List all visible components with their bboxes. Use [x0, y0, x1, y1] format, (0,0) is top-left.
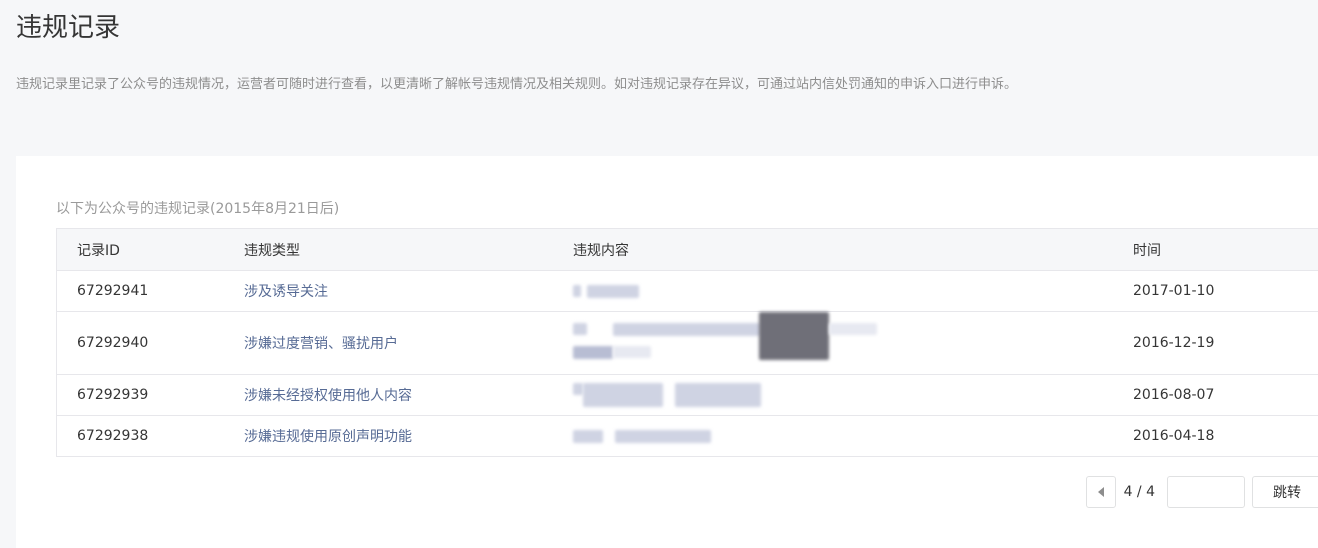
- violation-type-link[interactable]: 涉嫌过度营销、骚扰用户: [244, 312, 573, 374]
- violation-content-redacted: [573, 312, 1133, 374]
- redacted-block: [829, 323, 877, 335]
- table-row: 67292940 涉嫌过度营销、骚扰用户 2016-12-19: [57, 311, 1318, 374]
- records-card: 以下为公众号的违规记录(2015年8月21日后) 记录ID 违规类型 违规内容 …: [16, 156, 1318, 548]
- redacted-block: [583, 383, 663, 407]
- redacted-image: [759, 312, 829, 360]
- redacted-block: [573, 323, 587, 335]
- jump-button[interactable]: 跳转: [1252, 476, 1318, 508]
- record-time: 2017-01-10: [1133, 283, 1215, 299]
- table-row: 67292938 涉嫌违规使用原创声明功能 2016-04-18: [57, 415, 1318, 456]
- record-id: 67292941: [77, 283, 149, 299]
- pagination: 4 / 4 跳转: [1085, 476, 1318, 508]
- page-jump-input[interactable]: [1167, 476, 1245, 508]
- redacted-block: [587, 285, 639, 298]
- page-count: 4 / 4: [1123, 484, 1155, 500]
- page-title: 违规记录: [16, 13, 121, 43]
- violation-content-redacted: [573, 416, 1133, 456]
- violation-type-link[interactable]: 涉嫌未经授权使用他人内容: [244, 375, 573, 415]
- header-time: 时间: [1133, 242, 1161, 259]
- page-description: 违规记录里记录了公众号的违规情况，运营者可随时进行查看，以更清晰了解帐号违规情况…: [16, 77, 1018, 92]
- records-table: 记录ID 违规类型 违规内容 时间 67292941 涉及诱导关注 2017-0…: [56, 228, 1318, 457]
- violation-type-link[interactable]: 涉嫌违规使用原创声明功能: [244, 416, 573, 456]
- table-row: 67292941 涉及诱导关注 2017-01-10: [57, 270, 1318, 311]
- record-id: 67292939: [77, 387, 149, 403]
- redacted-block: [613, 346, 651, 358]
- redacted-block: [573, 346, 613, 359]
- records-note: 以下为公众号的违规记录(2015年8月21日后): [56, 201, 340, 217]
- redacted-block: [573, 285, 581, 297]
- violation-content-redacted: [573, 271, 1133, 311]
- record-id: 67292938: [77, 428, 149, 444]
- table-row: 67292939 涉嫌未经授权使用他人内容 2016-08-07: [57, 374, 1318, 415]
- chevron-left-icon: [1097, 487, 1104, 497]
- record-time: 2016-04-18: [1133, 428, 1215, 444]
- violation-content-redacted: [573, 375, 1133, 415]
- prev-page-button[interactable]: [1085, 476, 1116, 508]
- table-header-row: 记录ID 违规类型 违规内容 时间: [57, 229, 1318, 270]
- page-header: 违规记录: [16, 8, 120, 48]
- redacted-block: [613, 323, 761, 336]
- header-record-id: 记录ID: [77, 242, 120, 259]
- redacted-block: [573, 383, 583, 395]
- redacted-block: [573, 430, 603, 443]
- violation-type-link[interactable]: 涉及诱导关注: [244, 271, 573, 311]
- record-time: 2016-12-19: [1133, 335, 1215, 351]
- header-violation-type: 违规类型: [244, 242, 300, 259]
- record-id: 67292940: [77, 335, 149, 351]
- record-time: 2016-08-07: [1133, 387, 1215, 403]
- redacted-block: [615, 430, 711, 443]
- header-violation-content: 违规内容: [573, 242, 629, 259]
- redacted-block: [675, 383, 761, 407]
